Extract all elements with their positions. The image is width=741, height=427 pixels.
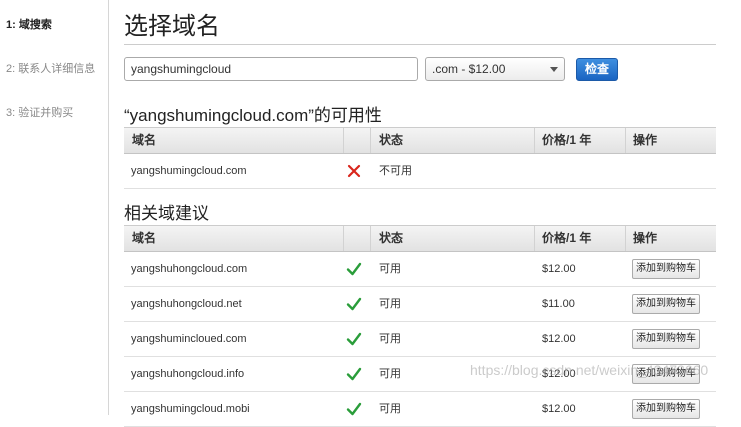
header-domain: 域名: [132, 231, 157, 245]
price-text: $12.00: [542, 333, 576, 345]
status-text: 可用: [379, 298, 401, 310]
column-divider: [370, 128, 371, 153]
add-to-cart-button[interactable]: 添加到购物车: [632, 399, 700, 419]
step-domain-search[interactable]: 1: 域搜索: [6, 16, 52, 32]
domain-search-input[interactable]: yangshumingcloud: [124, 57, 418, 81]
checkmark-icon: [346, 367, 362, 381]
availability-title: “yangshumingcloud.com”的可用性: [124, 106, 382, 125]
status-text: 可用: [379, 368, 401, 380]
header-price: 价格/1 年: [542, 231, 592, 245]
table-row: yangshuhongcloud.com 可用 $12.00 添加到购物车: [124, 252, 716, 287]
header-status: 状态: [379, 231, 404, 245]
column-divider: [370, 226, 371, 251]
chevron-down-icon: [550, 67, 558, 72]
domain-name: yangshuhongcloud.net: [131, 298, 242, 310]
column-divider: [625, 128, 626, 153]
domain-name: yangshumincloued.com: [131, 333, 247, 345]
status-text: 可用: [379, 263, 401, 275]
column-divider: [343, 128, 344, 153]
table-row: yangshumingcloud.mobi 可用 $12.00 添加到购物车: [124, 392, 716, 427]
availability-table: 域名 状态 价格/1 年 操作 yangshumingcloud.com 不可用: [124, 127, 716, 189]
header-action: 操作: [633, 231, 658, 245]
main-content: 选择域名 yangshumingcloud .com - $12.00 检查 “…: [124, 0, 716, 427]
step-contact-details[interactable]: 2: 联系人详细信息: [6, 60, 95, 76]
table-row: yangshumincloued.com 可用 $12.00 添加到购物车: [124, 322, 716, 357]
add-to-cart-button[interactable]: 添加到购物车: [632, 329, 700, 349]
price-text: $12.00: [542, 263, 576, 275]
column-divider: [534, 128, 535, 153]
tld-selected-value: .com - $12.00: [432, 62, 506, 76]
checkmark-icon: [346, 332, 362, 346]
suggestions-table: 域名 状态 价格/1 年 操作 yangshuhongcloud.com 可用 …: [124, 225, 716, 427]
column-divider: [625, 226, 626, 251]
header-price: 价格/1 年: [542, 133, 592, 147]
column-divider: [534, 226, 535, 251]
price-text: $11.00: [542, 298, 575, 310]
domain-name: yangshuhongcloud.info: [131, 368, 245, 380]
tld-price-select[interactable]: .com - $12.00: [425, 57, 565, 81]
price-text: $12.00: [542, 403, 576, 415]
domain-name: yangshumingcloud.mobi: [131, 403, 250, 415]
watermark-text: https://blog.csdn.net/weixin_43472660: [470, 362, 709, 378]
status-text: 可用: [379, 333, 401, 345]
add-to-cart-button[interactable]: 添加到购物车: [632, 294, 700, 314]
page-title: 选择域名: [124, 13, 220, 40]
cross-icon: [347, 164, 361, 178]
checkmark-icon: [346, 262, 362, 276]
header-status: 状态: [379, 133, 404, 147]
header-action: 操作: [633, 133, 658, 147]
step-verify-purchase[interactable]: 3: 验证并购买: [6, 104, 73, 120]
checkmark-icon: [346, 297, 362, 311]
header-domain: 域名: [132, 133, 157, 147]
status-text: 不可用: [379, 165, 412, 177]
domain-name: yangshuhongcloud.com: [131, 263, 248, 275]
add-to-cart-button[interactable]: 添加到购物车: [632, 259, 700, 279]
table-row: yangshuhongcloud.net 可用 $11.00 添加到购物车: [124, 287, 716, 322]
table-row: yangshumingcloud.com 不可用: [124, 154, 716, 189]
column-divider: [343, 226, 344, 251]
table-header: 域名 状态 价格/1 年 操作: [124, 225, 716, 252]
domain-name: yangshumingcloud.com: [131, 165, 247, 177]
wizard-sidebar: 1: 域搜索 2: 联系人详细信息 3: 验证并购买: [0, 0, 109, 415]
check-button[interactable]: 检查: [576, 58, 618, 81]
table-header: 域名 状态 价格/1 年 操作: [124, 127, 716, 154]
status-text: 可用: [379, 403, 401, 415]
suggestions-title: 相关域建议: [124, 204, 209, 223]
title-divider: [124, 44, 716, 45]
